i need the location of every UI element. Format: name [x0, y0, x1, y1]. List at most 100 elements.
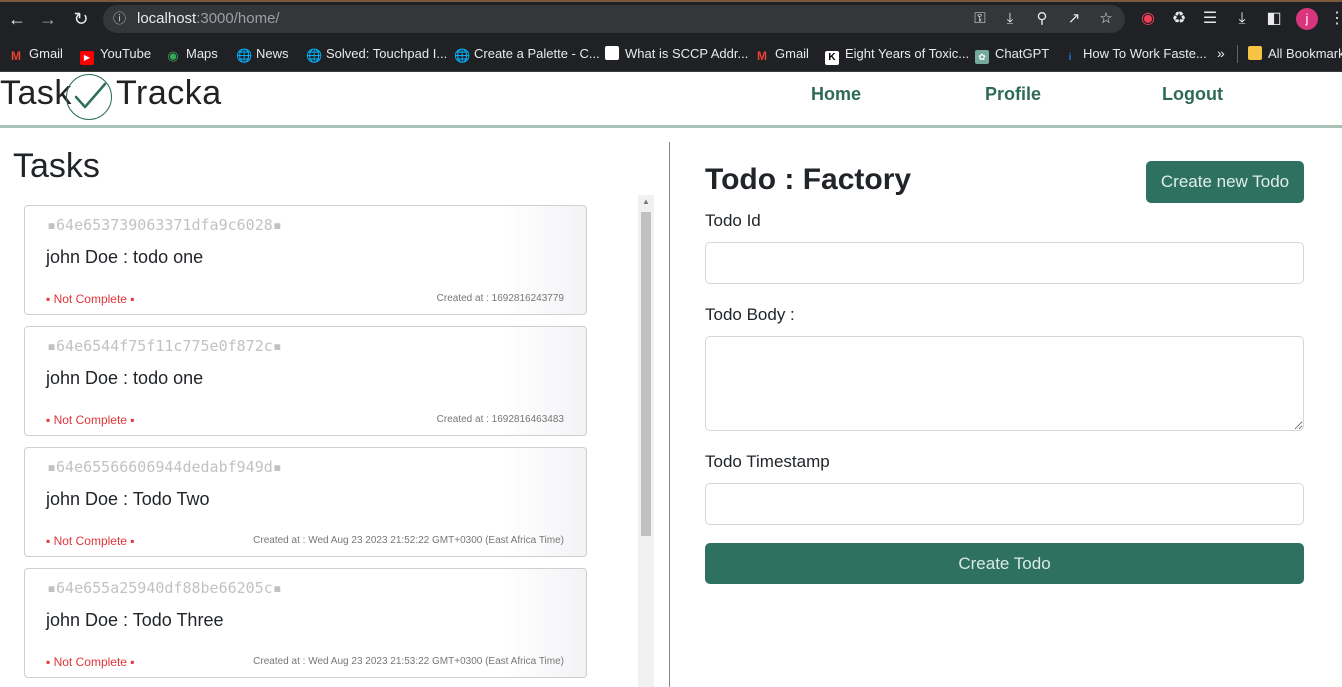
install-app-icon[interactable]: ⤓	[1001, 10, 1019, 28]
side-panel-icon[interactable]: ◧	[1263, 8, 1285, 30]
todo-timestamp-input[interactable]	[705, 483, 1304, 525]
bookmark-gmail[interactable]: M Gmail	[9, 38, 63, 69]
bookmark-sccp[interactable]: What is SCCP Addr...	[605, 38, 748, 69]
form-title: Todo : Factory	[705, 163, 912, 196]
task-id-value: 64e6544f75f11c775e0f872c	[56, 337, 273, 355]
bookmark-solved-touchpad[interactable]: 🌐 Solved: Touchpad I...	[306, 38, 447, 69]
bookmarks-overflow-button[interactable]: »	[1217, 38, 1225, 69]
todo-body-label: Todo Body :	[705, 305, 795, 324]
page-icon	[605, 46, 619, 60]
key-icon[interactable]: ⚿	[971, 10, 989, 28]
back-arrow-icon[interactable]: ←	[6, 8, 28, 30]
bookmark-work-faster[interactable]: i How To Work Faste...	[1063, 38, 1207, 69]
bookmark-news[interactable]: 🌐 News	[236, 38, 289, 69]
bookmark-label: Solved: Touchpad I...	[326, 46, 448, 61]
url-path: :3000/home/	[196, 10, 280, 27]
task-created-at: Created at : 1692816243779	[436, 293, 564, 304]
bookmark-youtube[interactable]: ▶ YouTube	[80, 38, 151, 69]
url-text: localhost:3000/home/	[137, 5, 280, 33]
task-status-text: Not Complete	[53, 655, 127, 669]
forward-arrow-icon[interactable]: →	[37, 8, 59, 30]
nav-home-link[interactable]: Home	[811, 84, 861, 105]
browser-toolbar: ← → ↻ ⓘ localhost:3000/home/ ⚿ ⤓ ⚲ ↗ ☆ ◉…	[0, 0, 1342, 38]
task-card[interactable]: ▪64e65566606944dedabf949d▪ john Doe : To…	[24, 447, 587, 557]
task-status-text: Not Complete	[53, 534, 127, 548]
address-bar[interactable]: ⓘ localhost:3000/home/ ⚿ ⤓ ⚲ ↗ ☆	[103, 5, 1125, 33]
logo-text-tracka: Tracka	[116, 74, 222, 112]
task-id-value: 64e655a25940df88be66205c	[56, 579, 273, 597]
bookmark-label: ChatGPT	[995, 46, 1050, 61]
reload-icon[interactable]: ↻	[70, 8, 92, 30]
task-created-at: Created at : Wed Aug 23 2023 21:53:22 GM…	[253, 656, 564, 667]
bookmark-label: Maps	[186, 46, 218, 61]
bookmark-gmail-2[interactable]: M Gmail	[755, 38, 809, 69]
scroll-up-arrow-icon[interactable]: ▲	[638, 195, 654, 209]
all-bookmarks-button[interactable]: All Bookmarks	[1248, 38, 1342, 69]
share-icon[interactable]: ↗	[1065, 10, 1083, 28]
logo-text-task: Task	[0, 74, 72, 112]
info-icon: i	[1068, 52, 1072, 63]
bookmark-create-palette[interactable]: 🌐 Create a Palette - C...	[454, 38, 600, 69]
column-divider	[669, 142, 670, 687]
pocket-icon[interactable]: ◉	[1137, 8, 1159, 30]
task-title: john Doe : todo one	[46, 247, 204, 267]
task-card[interactable]: ▪64e6544f75f11c775e0f872c▪ john Doe : to…	[24, 326, 587, 436]
maps-pin-icon: ◉	[167, 48, 179, 63]
todo-id-input[interactable]	[705, 242, 1304, 284]
bookmark-label: Eight Years of Toxic...	[845, 46, 970, 61]
bookmark-label: How To Work Faste...	[1083, 46, 1207, 61]
bookmarks-separator	[1237, 45, 1238, 63]
task-title: john Doe : Todo Three	[46, 610, 224, 630]
bookmark-label: YouTube	[100, 46, 152, 61]
folder-icon	[1248, 46, 1262, 60]
todo-timestamp-label: Todo Timestamp	[705, 452, 830, 471]
media-queue-icon[interactable]: ☰	[1199, 8, 1221, 30]
task-card[interactable]: ▪64e655a25940df88be66205c▪ john Doe : To…	[24, 568, 587, 678]
task-title: john Doe : Todo Two	[46, 489, 210, 509]
downloads-icon[interactable]: ⤓	[1231, 8, 1253, 30]
task-title: john Doe : todo one	[46, 368, 204, 388]
task-id-value: 64e65566606944dedabf949d	[56, 458, 273, 476]
gmail-icon: M	[757, 49, 767, 63]
scrollbar-thumb[interactable]	[641, 212, 651, 536]
globe-icon: 🌐	[236, 48, 253, 63]
create-todo-button[interactable]: Create Todo	[705, 543, 1304, 584]
bookmark-label: News	[256, 46, 289, 61]
task-status: ▪ Not Complete ▪	[46, 534, 135, 548]
bookmark-label: Gmail	[775, 46, 809, 61]
extensions-puzzle-icon[interactable]: ♻	[1168, 8, 1190, 30]
bookmark-star-icon[interactable]: ☆	[1097, 10, 1115, 28]
bookmarks-bar: M Gmail ▶ YouTube ◉ Maps 🌐 News 🌐 Solved: Tou…	[0, 38, 1342, 72]
nav-profile-link[interactable]: Profile	[985, 84, 1041, 105]
zoom-icon[interactable]: ⚲	[1033, 10, 1051, 28]
task-status-text: Not Complete	[53, 292, 127, 306]
bookmark-maps[interactable]: ◉ Maps	[166, 38, 218, 69]
task-created-at: Created at : 1692816463483	[436, 414, 564, 425]
task-id: ▪64e655a25940df88be66205c▪	[47, 579, 282, 597]
window-accent-bar	[0, 0, 1342, 2]
task-id: ▪64e65566606944dedabf949d▪	[47, 458, 282, 476]
task-id: ▪64e6544f75f11c775e0f872c▪	[47, 337, 282, 355]
tasks-heading: Tasks	[13, 147, 100, 185]
gmail-icon: M	[11, 49, 21, 63]
chatgpt-icon: ✿	[975, 50, 989, 64]
profile-avatar[interactable]: j	[1296, 8, 1318, 30]
kebab-menu-icon[interactable]: ⋮	[1326, 8, 1342, 30]
url-host: localhost	[137, 10, 197, 27]
bookmark-label: All Bookmarks	[1268, 46, 1342, 61]
create-new-todo-button[interactable]: Create new Todo	[1146, 161, 1304, 203]
task-status: ▪ Not Complete ▪	[46, 292, 135, 306]
bookmark-label: Gmail	[29, 46, 63, 61]
globe-icon: 🌐	[454, 48, 471, 63]
site-info-icon[interactable]: ⓘ	[113, 5, 126, 33]
bookmark-eight-years[interactable]: K Eight Years of Toxic...	[825, 38, 969, 69]
task-card[interactable]: ▪64e653739063371dfa9c6028▪ john Doe : to…	[24, 205, 587, 315]
bookmark-chatgpt[interactable]: ✿ ChatGPT	[975, 38, 1049, 69]
task-status: ▪ Not Complete ▪	[46, 413, 135, 427]
tasks-scrollbar[interactable]: ▲	[638, 195, 654, 687]
nav-logout-link[interactable]: Logout	[1162, 84, 1223, 105]
task-id-value: 64e653739063371dfa9c6028	[56, 216, 273, 234]
todo-body-textarea[interactable]	[705, 336, 1304, 431]
checkmark-logo-icon	[66, 74, 112, 120]
bookmark-label: What is SCCP Addr...	[625, 46, 749, 61]
